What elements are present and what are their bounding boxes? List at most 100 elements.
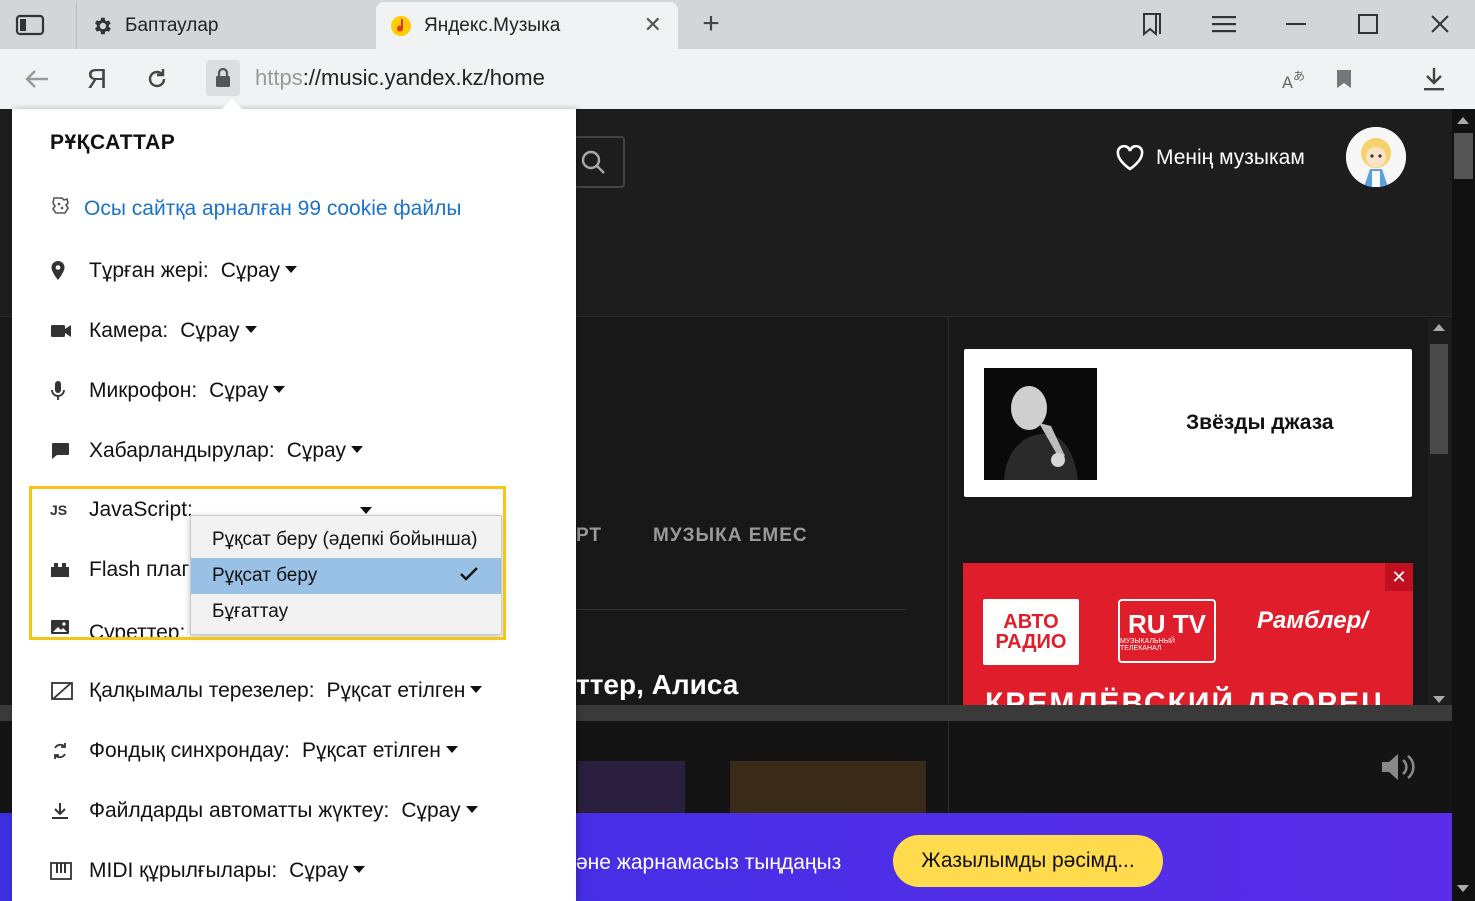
bookmark-icon[interactable] [1326,61,1362,97]
back-arrow-icon[interactable] [19,61,55,97]
minimize-icon[interactable] [1280,8,1312,40]
section-heading: ттер, Алиса [576,669,739,700]
playlist-title: Звёзды джаза [1186,411,1334,434]
caret-down-icon [445,745,458,753]
rutv-logo-subtitle: МУЗЫКАЛЬНЫЙ ТЕЛЕКАНАЛ [1120,638,1175,652]
url-field[interactable]: https://music.yandex.kz/home [255,65,545,91]
caret-down-icon [470,685,483,693]
translate-icon[interactable]: Aあ [1276,61,1312,97]
permission-row-camera: Камера: Сұрау [50,316,257,346]
permissions-panel: РҰҚСАТТАР Осы сайтқа арналған 99 cookie … [12,99,576,901]
permission-label: Микрофон: [89,379,198,402]
highlight-annotation [29,486,506,640]
my-music-label: Менің музыкам [1156,146,1305,169]
playlist-cover-image [984,368,1097,480]
menu-icon[interactable] [1208,8,1240,40]
popup-blocked-icon [50,679,76,703]
ad-headline: КРЕМЛЁВСКИЙ ДВОРЕЦ [985,687,1385,705]
permission-value-dropdown[interactable]: Сұрау [401,799,478,823]
caret-down-icon [465,805,478,813]
scroll-down-arrow-icon[interactable] [1433,696,1445,703]
site-info-lock-icon[interactable] [206,60,240,96]
maximize-icon[interactable] [1352,8,1384,40]
cookie-icon [50,195,72,222]
subscription-banner-text: әне жарнамасыз тыңдаңыз [576,851,842,874]
permission-value-dropdown[interactable]: Сұрау [289,859,366,883]
user-avatar[interactable] [1346,127,1406,187]
scroll-up-arrow-icon[interactable] [1433,324,1445,331]
playlist-promo-card[interactable]: Звёзды джаза [964,349,1412,497]
caret-down-icon [350,445,363,453]
url-protocol: https [255,65,303,90]
permission-value-dropdown[interactable]: Сұрау [209,379,286,403]
permission-value: Сұрау [209,379,269,402]
tab-settings-title: Баптаулар [125,14,219,36]
subscribe-button[interactable]: Жазылымды рәсімд... [893,835,1163,887]
permission-value-dropdown[interactable]: Сұрау [221,259,297,283]
caret-down-icon [244,325,257,333]
microphone-icon [50,379,76,403]
permission-row-location: Тұрған жері: Сұрау [50,256,297,286]
permissions-title: РҰҚСАТТАР [50,131,176,154]
close-tab-icon[interactable]: ✕ [644,12,662,38]
downloads-icon[interactable] [1416,61,1452,97]
close-window-icon[interactable] [1424,8,1456,40]
gear-icon [91,15,113,37]
cookie-row[interactable]: Осы сайтқа арналған 99 cookie файлы [50,195,461,222]
permission-value: Рұқсат етілген [301,739,441,762]
page-scroll-down-arrow-icon[interactable] [1457,885,1469,892]
permission-row-microphone: Микрофон: Сұрау [50,376,286,406]
yandex-music-icon [390,15,412,37]
page-scroll-thumb[interactable] [1454,133,1473,179]
rambler-logo: Рамблер/ [1257,607,1368,634]
volume-icon[interactable] [1380,751,1418,783]
permission-value: Сұрау [289,859,349,882]
permission-row-auto-downloads: Файлдарды автоматты жүктеу: Сұрау [50,796,478,826]
tab-settings[interactable]: Баптаулар [76,2,376,49]
ad-banner[interactable]: ✕ АВТО РАДИО RU TV МУЗЫКАЛЬНЫЙ ТЕЛЕКАНАЛ… [963,563,1413,705]
my-music-link[interactable]: Менің музыкам [1116,145,1305,171]
sync-icon [50,739,76,763]
permission-label: Камера: [89,319,169,342]
page-scroll-up-arrow-icon[interactable] [1457,117,1469,124]
inner-scroll-thumb[interactable] [1430,344,1448,454]
close-ad-icon[interactable]: ✕ [1385,563,1413,591]
reload-icon[interactable] [139,61,175,97]
permission-value: Сұрау [220,259,280,282]
caret-down-icon [284,265,297,273]
permission-row-background-sync: Фондық синхрондау: Рұқсат етілген [50,736,458,766]
browser-tab-bar: Баптаулар Яндекс.Музыка ✕ + [0,0,1475,49]
yandex-home-button[interactable]: Я [79,61,115,97]
inner-scrollbar[interactable] [1428,318,1450,704]
track-cover-1[interactable] [578,761,685,813]
track-cover-2[interactable] [730,761,926,813]
permission-value: Сұрау [401,799,461,822]
url-rest: ://music.yandex.kz/home [302,65,545,90]
cookie-link[interactable]: Осы сайтқа арналған 99 cookie файлы [84,197,461,221]
tab-yandex-music[interactable]: Яндекс.Музыка ✕ [376,2,678,49]
page-scrollbar[interactable] [1452,109,1475,901]
notifications-icon [50,439,76,463]
sidebar-toggle-icon[interactable] [14,12,48,38]
permission-value-dropdown[interactable]: Сұрау [180,319,257,343]
bookmarks-icon[interactable] [1136,8,1168,40]
location-icon [50,259,76,283]
permission-row-midi: MIDI құрылғылары: Сұрау [50,856,366,886]
tab-yandex-music-title: Яндекс.Музыка [424,14,561,36]
column-divider [948,317,949,707]
avtoradio-logo: АВТО РАДИО [983,599,1079,665]
new-tab-plus-icon[interactable]: + [696,8,726,40]
search-icon [581,150,605,174]
permission-value-dropdown[interactable]: Рұқсат етілген [302,739,458,763]
nav-tab-non-music[interactable]: МУЗЫКА ЕМЕС [653,525,808,547]
permission-label: Фондық синхрондау: [89,739,290,762]
nav-tab-partial[interactable]: РТ [576,525,602,547]
permission-value-dropdown[interactable]: Рұқсат етілген [327,679,483,703]
permission-row-notifications: Хабарландырулар: Сұрау [50,436,363,466]
svg-text:A: A [1282,73,1293,92]
camera-icon [50,319,76,343]
midi-icon [50,859,76,883]
download-icon [50,799,76,823]
permission-value-dropdown[interactable]: Сұрау [287,439,363,463]
permission-value: Сұрау [180,319,240,342]
